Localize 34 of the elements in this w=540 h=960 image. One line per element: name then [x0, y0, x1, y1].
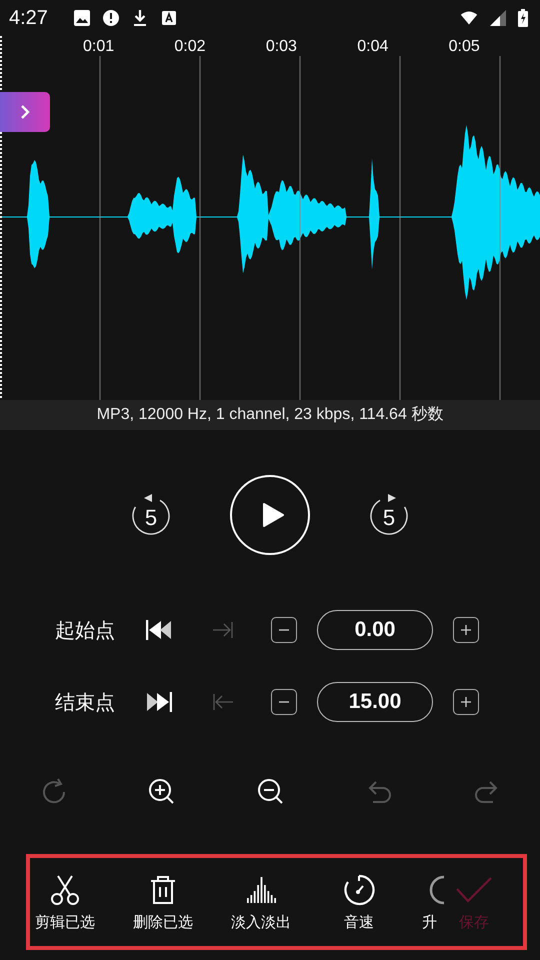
increase-button[interactable]: [453, 689, 479, 715]
timer-icon: [342, 872, 376, 906]
rewind-button[interactable]: 5: [128, 492, 174, 538]
toolbar-button[interactable]: 升: [408, 872, 448, 932]
file-info-text: MP3, 12000 Hz, 1 channel, 23 kbps, 114.64 秒数: [0, 400, 540, 430]
plus-icon: [461, 625, 471, 635]
forward-button[interactable]: 5: [366, 492, 412, 538]
marker-value-field[interactable]: 0.00: [317, 610, 433, 650]
skip-to-start-icon[interactable]: [145, 618, 173, 642]
minus-icon: [279, 701, 289, 703]
marker-label: 结束点: [55, 688, 116, 716]
chevron-right-icon: [19, 104, 31, 120]
toolbar-button[interactable]: 剪辑已选: [16, 872, 114, 932]
minus-icon: [279, 629, 289, 631]
marker-label: 起始点: [55, 616, 116, 644]
image-icon: [72, 9, 91, 27]
decrease-button[interactable]: [271, 617, 297, 643]
alert-icon: [102, 9, 120, 27]
decrease-button[interactable]: [271, 689, 297, 715]
signal-icon: [489, 9, 507, 27]
wifi-icon: [460, 9, 478, 27]
font-icon: [160, 9, 178, 27]
marker-value-field[interactable]: 15.00: [317, 682, 433, 722]
scissors-icon: [48, 872, 82, 906]
skip-to-end-icon[interactable]: [145, 690, 173, 714]
expand-panel-button[interactable]: [0, 92, 50, 132]
plus-icon: [461, 697, 471, 707]
play-button[interactable]: [230, 475, 310, 555]
battery-icon: [518, 9, 528, 27]
toolbar-button[interactable]: 删除已选: [114, 872, 212, 932]
status-time: 4:27: [9, 6, 48, 30]
toolbar-button[interactable]: 淡入淡出: [212, 872, 310, 932]
increase-button[interactable]: [453, 617, 479, 643]
toolbar-button[interactable]: 音速: [310, 872, 408, 932]
